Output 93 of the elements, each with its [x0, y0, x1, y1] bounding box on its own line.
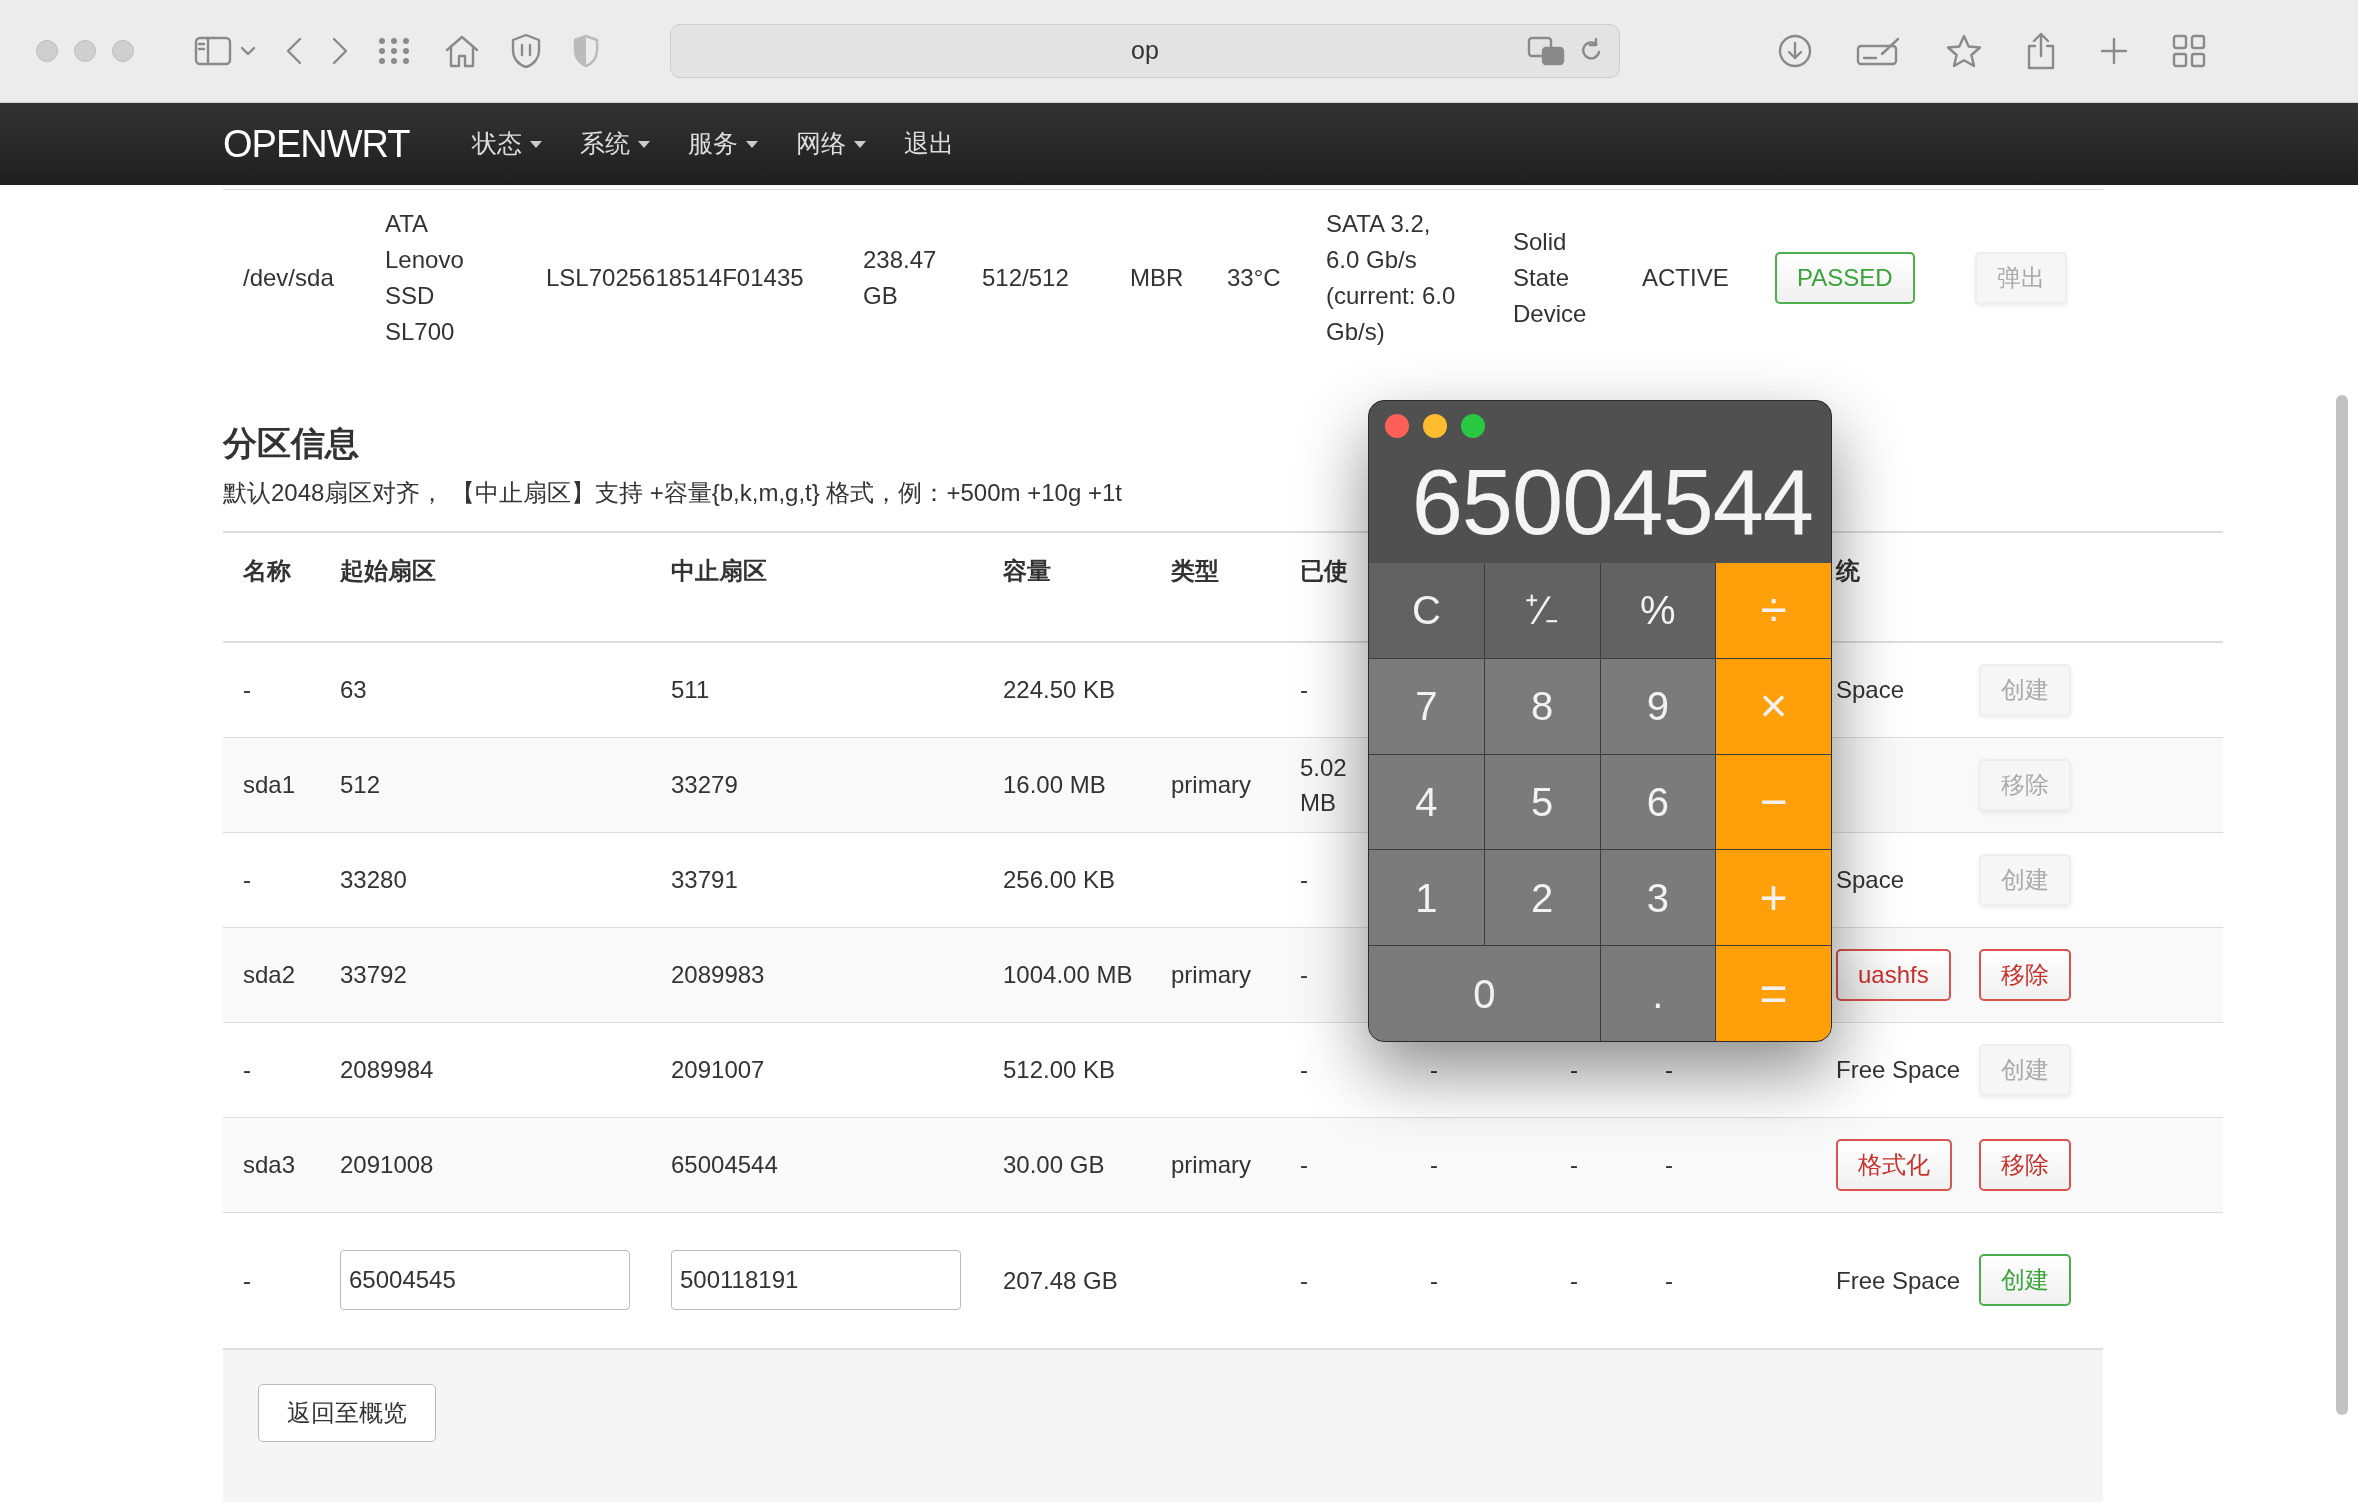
table-cell: 238.47 GB	[843, 189, 962, 366]
column-header: 类型	[1151, 532, 1280, 642]
calculator-key[interactable]: 6	[1600, 754, 1716, 850]
action-button[interactable]: 移除	[1979, 1138, 2071, 1191]
action-button[interactable]: 移除	[1979, 758, 2071, 811]
column-header: 起始扇区	[320, 532, 651, 642]
table-cell: sda3	[223, 1117, 320, 1212]
calculator-key[interactable]: 4	[1369, 754, 1484, 850]
nav-menu-item[interactable]: 网络	[795, 125, 866, 163]
nav-menu-item[interactable]: 服务	[687, 125, 758, 163]
action-button[interactable]: 移除	[1979, 948, 2071, 1001]
calculator-key[interactable]: ⁺∕₋	[1484, 563, 1600, 658]
calculator-key[interactable]: 5	[1484, 754, 1600, 850]
brand-logo[interactable]: OPENWRT	[223, 115, 410, 173]
download-icon[interactable]	[1778, 34, 1812, 68]
sector-input[interactable]: 500118191	[671, 1250, 961, 1311]
table-cell: 2091008	[320, 1117, 651, 1212]
nav-menu-item[interactable]: 退出	[903, 125, 954, 163]
table-cell: /dev/sda	[223, 189, 365, 366]
table-cell: primary	[1151, 1117, 1280, 1212]
window-control[interactable]	[36, 40, 58, 62]
table-cell: ATA Lenovo SSD SL700	[365, 189, 526, 366]
table-cell: sda2	[223, 927, 320, 1022]
back-icon[interactable]	[286, 37, 302, 65]
column-header: 中止扇区	[651, 532, 983, 642]
table-cell: -	[1645, 1117, 1832, 1212]
star-icon[interactable]	[1946, 34, 1982, 68]
section-title: 分区信息	[223, 423, 359, 464]
table-cell: MBR	[1110, 189, 1207, 366]
calculator-display: 65004544	[1410, 450, 1814, 555]
nav-menu-item[interactable]: 系统	[579, 125, 650, 163]
table-cell: -	[1410, 1117, 1550, 1212]
table-cell: sda1	[223, 737, 320, 832]
column-header: 容量	[983, 532, 1151, 642]
table-cell: 33792	[320, 927, 651, 1022]
window-control[interactable]	[74, 40, 96, 62]
share-icon[interactable]	[2026, 32, 2056, 70]
action-button[interactable]: 创建	[1979, 853, 2071, 906]
table-cell: 16.00 MB	[983, 737, 1151, 832]
table-cell: 1004.00 MB	[983, 927, 1151, 1022]
calculator-key[interactable]: 2	[1484, 850, 1600, 946]
calculator-key[interactable]: 1	[1369, 850, 1484, 946]
filesystem-button[interactable]: 格式化	[1836, 1138, 1952, 1191]
table-cell: SATA 3.2, 6.0 Gb/s (current: 6.0 Gb/s)	[1306, 189, 1493, 366]
calculator-key[interactable]: 9	[1600, 658, 1716, 754]
action-button[interactable]: 创建	[1979, 1043, 2071, 1096]
calculator-key[interactable]: 0	[1369, 946, 1600, 1041]
section-note: 默认2048扇区对齐， 【中止扇区】支持 +容量{b,k,m,g,t} 格式，例：+500m +10g +1t	[223, 478, 1122, 508]
table-cell: 2089983	[651, 927, 983, 1022]
table-cell: Solid State Device	[1493, 189, 1622, 366]
table-cell: 33279	[651, 737, 983, 832]
home-icon[interactable]	[444, 34, 480, 68]
table-cell: -	[1280, 1117, 1410, 1212]
nav-menu-item[interactable]: 状态	[471, 125, 542, 163]
table-cell: 65004544	[651, 1117, 983, 1212]
action-button[interactable]: 创建	[1979, 1254, 2071, 1307]
table-cell: -	[1550, 1117, 1645, 1212]
table-cell: ACTIVE	[1622, 189, 1755, 366]
status-button[interactable]: PASSED	[1775, 252, 1915, 304]
calculator-key[interactable]: 3	[1600, 850, 1716, 946]
close-button[interactable]	[1385, 414, 1409, 438]
calculator-key[interactable]: %	[1600, 563, 1716, 658]
table-cell: 512	[320, 737, 651, 832]
table-cell: primary	[1151, 927, 1280, 1022]
filesystem-button[interactable]: uashfs	[1836, 948, 1951, 1001]
address-text: op	[1131, 36, 1159, 65]
zoom-button[interactable]	[1461, 414, 1485, 438]
table-cell: LSL7025618514F01435	[526, 189, 843, 366]
calculator-key[interactable]: C	[1369, 563, 1484, 658]
column-header: 名称	[223, 532, 320, 642]
pen-icon[interactable]	[1856, 36, 1902, 66]
calculator-key[interactable]: .	[1600, 946, 1716, 1041]
shield-icon[interactable]	[510, 33, 542, 69]
sector-input[interactable]: 65004545	[340, 1250, 630, 1311]
scrollbar[interactable]	[2336, 395, 2348, 1415]
table-cell: 30.00 GB	[983, 1117, 1151, 1212]
back-button[interactable]: 返回至概览	[258, 1384, 436, 1442]
address-bar[interactable]: op	[670, 24, 1620, 78]
tabs-icon[interactable]	[2172, 34, 2206, 68]
shield-icon[interactable]	[572, 34, 600, 68]
calculator-key[interactable]: 8	[1484, 658, 1600, 754]
minimize-button[interactable]	[1423, 414, 1447, 438]
eject-button[interactable]: 弹出	[1975, 252, 2067, 304]
action-button[interactable]: 创建	[1979, 663, 2071, 716]
calculator-key[interactable]: 7	[1369, 658, 1484, 754]
plus-icon[interactable]	[2100, 37, 2128, 65]
table-cell: 512/512	[962, 189, 1110, 366]
sidebar-icon[interactable]	[194, 36, 232, 66]
table-cell: primary	[1151, 737, 1280, 832]
table-cell: 33°C	[1207, 189, 1306, 366]
window-control[interactable]	[112, 40, 134, 62]
chevron-down-icon[interactable]	[240, 46, 256, 56]
forward-icon[interactable]	[332, 37, 348, 65]
